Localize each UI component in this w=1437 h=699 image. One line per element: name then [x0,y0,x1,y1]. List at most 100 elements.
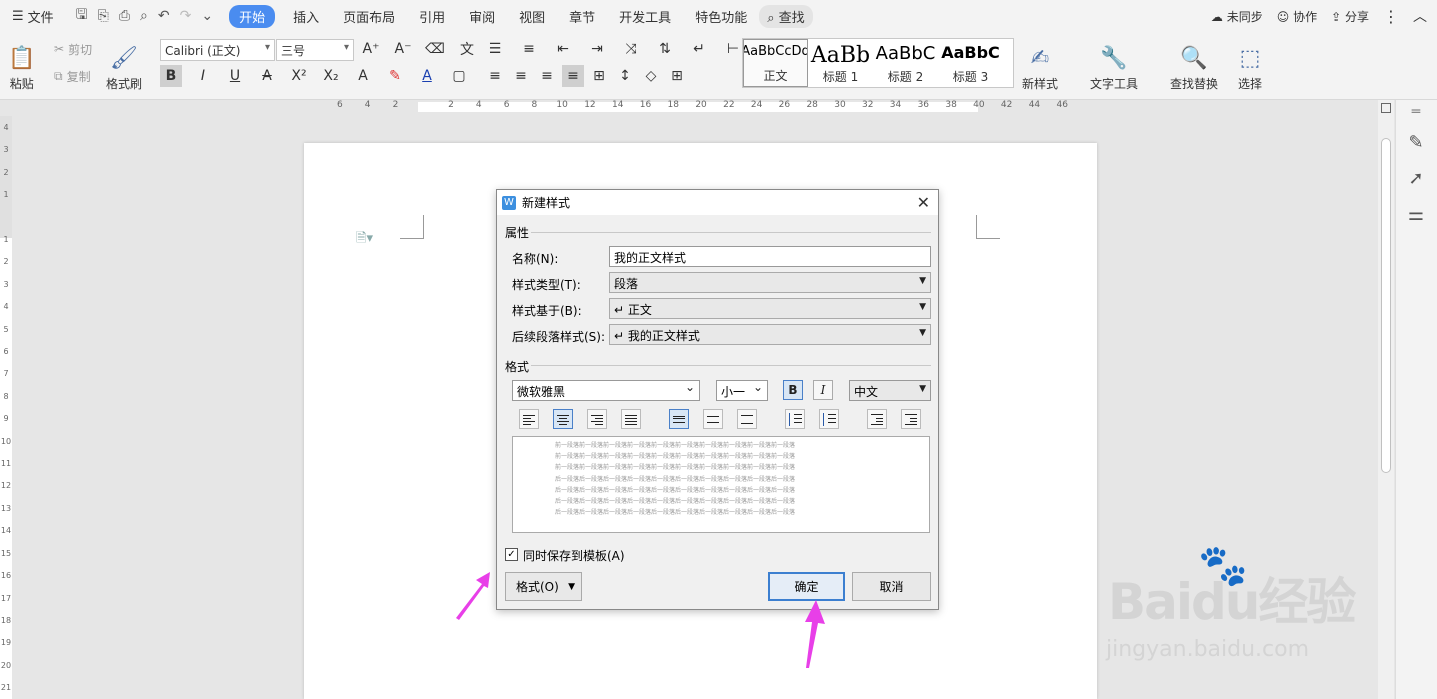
justify-icon[interactable] [621,409,641,429]
style-normal[interactable]: AaBbCcDd 正文 [743,39,808,87]
redo-icon[interactable]: ↷ [180,8,192,24]
sync-button[interactable]: ☁ 未同步 [1211,8,1263,25]
font-name-select[interactable]: Calibri (正文) [160,39,275,61]
language-select[interactable]: 中文 [849,380,931,401]
align-right-icon[interactable]: ≡ [536,65,558,87]
highlight-icon[interactable]: ✎ [384,65,406,87]
increase-spacing-before-icon[interactable] [785,409,805,429]
more-icon[interactable]: ⋮ [1383,7,1399,26]
customize-icon[interactable]: ⌄ [201,8,213,24]
align-center-icon[interactable]: ≡ [510,65,532,87]
single-spacing-icon[interactable] [669,409,689,429]
align-right-icon[interactable] [587,409,607,429]
align-left-icon[interactable] [519,409,539,429]
based-on-select[interactable]: ↵ 正文 [609,298,931,319]
ok-button[interactable]: 确定 [768,572,845,601]
font-size-select[interactable]: 三号 [276,39,354,61]
share-button[interactable]: ⇪ 分享 [1331,8,1369,25]
numbered-list-icon[interactable]: ≡ [518,38,540,60]
export-icon[interactable]: ⎘ [98,8,109,24]
text-tools-button[interactable]: 🔧 文字工具 [1090,36,1138,92]
new-style-button[interactable]: ✍ 新样式 [1022,36,1058,92]
format-painter-button[interactable]: 🖌 格式刷 [106,36,142,92]
decrease-indent-icon[interactable] [867,409,887,429]
underline-icon[interactable]: U [224,65,246,87]
style-heading1[interactable]: AaBb 标题 1 [808,39,873,87]
name-field[interactable]: 我的正文样式 [609,246,931,267]
borders-icon[interactable]: ⊞ [666,65,688,87]
format-menu-button[interactable]: 格式(O) ▼ [505,572,582,601]
size-select[interactable]: 小一 [716,380,768,401]
phonetic-icon[interactable]: 文 [456,38,478,60]
settings-sliders-icon[interactable]: ⚌ [1406,204,1426,225]
bold-icon[interactable]: B [160,65,182,87]
style-heading2[interactable]: AaBbC 标题 2 [873,39,938,87]
close-icon[interactable]: ✕ [917,193,930,212]
tab-section[interactable]: 章节 [557,7,607,26]
decrease-indent-icon[interactable]: ⇤ [552,38,574,60]
justify-icon[interactable]: ≡ [562,65,584,87]
font-color-icon[interactable]: A [416,65,438,87]
paste-button[interactable]: 📋 粘贴 [8,36,35,92]
select-button[interactable]: ⬚ 选择 [1238,36,1262,92]
print-icon[interactable]: ⎙ [119,8,130,24]
sort-icon[interactable]: ⇅ [654,38,676,60]
cancel-button[interactable]: 取消 [852,572,931,601]
show-marks-icon[interactable]: ↵ [688,38,710,60]
vertical-scrollbar[interactable] [1378,100,1394,699]
vertical-ruler[interactable]: 4 3 2 1 1 2 3 4 5 6 7 8 9 10 11 12 13 14 15 16 17 18 19 20 21 [0,116,12,699]
menu-icon[interactable]: ☰ [0,9,28,24]
edit-pen-icon[interactable]: ✎ [1406,132,1426,153]
chinese-layout-icon[interactable]: ⤨ [620,38,642,60]
copy-button[interactable]: ⧉ 复制 [54,65,92,87]
align-left-icon[interactable]: ≡ [484,65,506,87]
print-preview-icon[interactable]: ⌕ [140,8,148,24]
clear-format-icon[interactable]: ⌫ [424,38,446,60]
find-replace-button[interactable]: 🔍 查找替换 [1170,36,1218,92]
font-select[interactable]: 微软雅黑 [512,380,700,401]
align-center-icon[interactable] [553,409,573,429]
bold-button[interactable]: B [783,380,803,400]
tab-features[interactable]: 特色功能 [683,7,759,26]
tab-page-layout[interactable]: 页面布局 [331,7,407,26]
double-spacing-icon[interactable] [737,409,757,429]
shrink-font-icon[interactable]: A⁻ [392,38,414,60]
save-icon[interactable]: 🖫 [76,4,88,28]
search-box[interactable]: ⌕ 查找 [759,4,813,28]
shading-icon[interactable]: ◇ [640,65,662,87]
tab-insert[interactable]: 插入 [281,7,331,26]
type-select[interactable]: 段落 [609,272,931,293]
cut-button[interactable]: ✂ 剪切 [54,38,92,60]
tab-stop-icon[interactable]: ⊢ [722,38,744,60]
collab-button[interactable]: ☺ 协作 [1277,8,1317,25]
increase-indent-icon[interactable] [901,409,921,429]
line-spacing-icon[interactable]: ↕ [614,65,636,87]
scrollbar-thumb[interactable] [1381,138,1391,473]
superscript-icon[interactable]: X² [288,65,310,87]
char-border-icon[interactable]: ▢ [448,65,470,87]
bullet-list-icon[interactable]: ☰ [484,38,506,60]
italic-button[interactable]: I [813,380,833,400]
file-menu[interactable]: 文件 [28,7,66,26]
subscript-icon[interactable]: X₂ [320,65,342,87]
tab-view[interactable]: 视图 [507,7,557,26]
increase-indent-icon[interactable]: ⇥ [586,38,608,60]
pointer-icon[interactable]: ➚ [1406,168,1426,189]
paragraph-layout-icon[interactable]: 🗎▾ [356,229,373,251]
distribute-icon[interactable]: ⊞ [588,65,610,87]
one-half-spacing-icon[interactable] [703,409,723,429]
text-effect-icon[interactable]: A [352,65,374,87]
tab-developer[interactable]: 开发工具 [607,7,683,26]
style-heading3[interactable]: AaBbC 标题 3 [938,39,1003,87]
tab-review[interactable]: 审阅 [457,7,507,26]
tab-home[interactable]: 开始 [229,4,276,28]
strikethrough-icon[interactable]: A [256,65,278,87]
split-view-icon[interactable] [1381,103,1391,113]
decrease-spacing-icon[interactable] [819,409,839,429]
italic-icon[interactable]: I [192,65,214,87]
save-template-checkbox[interactable]: ✓ [505,548,518,561]
tab-references[interactable]: 引用 [407,7,457,26]
horizontal-ruler[interactable]: 6 4 2 2 4 6 8 10 12 14 16 18 20 22 24 26 28 30 32 34 36 38 40 4… [326,100,1076,114]
collapse-ribbon-icon[interactable]: ︿ [1413,6,1427,26]
grow-font-icon[interactable]: A⁺ [360,38,382,60]
